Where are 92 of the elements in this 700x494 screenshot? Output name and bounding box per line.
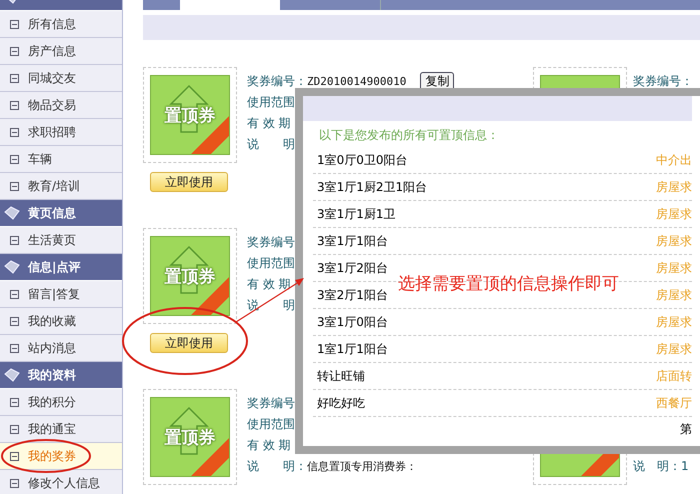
collapse-icon bbox=[10, 182, 19, 190]
coupon-title: 置顶券 bbox=[164, 426, 216, 448]
section-title: 我的资料 bbox=[28, 366, 76, 384]
listing-category: 房屋求 bbox=[656, 232, 692, 250]
collapse-icon bbox=[10, 154, 19, 164]
gem-icon bbox=[4, 368, 20, 382]
collapse-icon bbox=[10, 128, 19, 136]
listing-title[interactable]: 3室1厅1阳台 bbox=[313, 232, 388, 250]
sidebar-label: 房产信息 bbox=[28, 42, 76, 60]
sidebar-item[interactable]: 物品交易 bbox=[0, 92, 122, 119]
field-label: 说 明 bbox=[247, 136, 295, 153]
collapse-icon bbox=[10, 46, 19, 56]
field-label: 使用范围 bbox=[247, 255, 295, 272]
field-label: 奖券编号 bbox=[247, 395, 295, 412]
sidebar-label: 我的通宝 bbox=[28, 420, 76, 438]
gem-icon bbox=[4, 260, 20, 274]
coupon-title: 置顶券 bbox=[164, 266, 216, 288]
use-now-button[interactable]: 立即使用 bbox=[150, 172, 228, 192]
listing-title[interactable]: 1室1厅1阳台 bbox=[313, 340, 388, 358]
sidebar-item[interactable]: 修改个人信息 bbox=[0, 470, 122, 494]
field-value: ZD2010014900010 bbox=[307, 75, 406, 88]
listing-category: 房屋求 bbox=[656, 260, 692, 276]
sidebar-label: 我的收藏 bbox=[28, 312, 76, 330]
annotation-text: 选择需要置顶的信息操作即可 bbox=[398, 273, 619, 295]
section-title: 信息|点评 bbox=[28, 258, 80, 276]
sidebar-item[interactable]: 求职招聘 bbox=[0, 119, 122, 146]
field-label: 说 明： bbox=[247, 458, 307, 475]
sidebar-label: 我的奖券 bbox=[28, 448, 76, 464]
collapse-icon bbox=[10, 20, 19, 28]
sidebar-item[interactable]: 我的积分 bbox=[0, 389, 122, 416]
sidebar-item[interactable]: 车辆 bbox=[0, 146, 122, 173]
collapse-icon bbox=[10, 478, 19, 488]
listing-title[interactable]: 3室2厅1阳台 bbox=[313, 286, 388, 304]
sidebar-label: 留言|答复 bbox=[28, 286, 80, 302]
coupon-title: 置顶券 bbox=[164, 104, 216, 126]
sidebar-item[interactable]: 房产信息 bbox=[0, 38, 122, 65]
field-label: 奖券编号： bbox=[633, 73, 693, 90]
listing-category: 房屋求 bbox=[656, 178, 692, 196]
sidebar-label: 物品交易 bbox=[28, 96, 76, 114]
annotation-arrow bbox=[236, 278, 304, 322]
field-label: 使用范围 bbox=[247, 94, 295, 111]
gem-icon bbox=[4, 206, 20, 220]
field-label: 说 明：1 bbox=[633, 458, 689, 475]
use-now-button[interactable]: 立即使用 bbox=[150, 333, 228, 353]
listing-title[interactable]: 1室0厅0卫0阳台 bbox=[313, 152, 408, 168]
collapse-icon bbox=[10, 316, 19, 326]
field-label: 使用范围 bbox=[247, 416, 295, 433]
listing-title[interactable]: 好吃好吃 bbox=[313, 394, 365, 412]
listing-category: 房屋求 bbox=[656, 206, 692, 222]
listing-title[interactable]: 3室1厅1厨2卫1阳台 bbox=[313, 178, 428, 196]
field-label: 有 效 期 bbox=[247, 437, 291, 454]
collapse-icon bbox=[10, 398, 19, 406]
listing-title[interactable]: 转让旺铺 bbox=[313, 368, 365, 384]
collapse-icon bbox=[10, 452, 19, 460]
field-label: 奖券编号 bbox=[247, 234, 295, 251]
field-label: 说 明 bbox=[247, 297, 295, 314]
sidebar-item[interactable]: 留言|答复 bbox=[0, 281, 122, 308]
sidebar-label: 生活黄页 bbox=[28, 232, 76, 248]
sidebar-label: 所有信息 bbox=[28, 16, 76, 32]
listing-title[interactable]: 3室1厅1厨1卫 bbox=[313, 206, 396, 222]
collapse-icon bbox=[10, 424, 19, 434]
listing-category: 西餐厅 bbox=[656, 394, 692, 412]
collapse-icon bbox=[10, 74, 19, 82]
sidebar-label: 修改个人信息 bbox=[28, 474, 100, 492]
collapse-icon bbox=[10, 236, 19, 244]
listing-category: 房屋求 bbox=[656, 314, 692, 330]
sidebar-label: 站内消息 bbox=[28, 340, 76, 356]
dialog-intro: 以下是您发布的所有可置顶信息： bbox=[318, 127, 500, 144]
collapse-icon bbox=[10, 290, 19, 298]
sidebar-label: 求职招聘 bbox=[28, 124, 76, 140]
sidebar-item[interactable]: 所有信息 bbox=[0, 11, 122, 38]
pagination: 第 bbox=[679, 421, 692, 438]
field-value: 信息置顶专用消费券： bbox=[307, 459, 417, 474]
listing-category: 店面转 bbox=[656, 368, 692, 384]
collapse-icon bbox=[10, 100, 19, 110]
field-label: 有 效 期 bbox=[247, 276, 291, 293]
sidebar-label: 同城交友 bbox=[28, 70, 76, 86]
tab[interactable] bbox=[180, 0, 280, 10]
sidebar-label: 车辆 bbox=[28, 150, 52, 168]
sidebar-label: 我的积分 bbox=[28, 394, 76, 410]
listing-title[interactable]: 3室1厅0阳台 bbox=[313, 314, 388, 330]
sidebar-label: 教育/培训 bbox=[28, 178, 80, 194]
sidebar-item[interactable]: 同城交友 bbox=[0, 65, 122, 92]
section-title: 黄页信息 bbox=[28, 204, 76, 222]
sidebar-item[interactable]: 我的收藏 bbox=[0, 308, 122, 335]
listing-category: 房屋求 bbox=[656, 340, 692, 358]
collapse-icon bbox=[10, 344, 19, 352]
listing-title[interactable]: 3室1厅2阳台 bbox=[313, 260, 388, 276]
listing-category: 中介出 bbox=[656, 152, 692, 168]
field-label: 有 效 期 bbox=[247, 115, 291, 132]
listing-category: 房屋求 bbox=[656, 286, 692, 304]
field-label: 奖券编号： bbox=[247, 73, 307, 90]
